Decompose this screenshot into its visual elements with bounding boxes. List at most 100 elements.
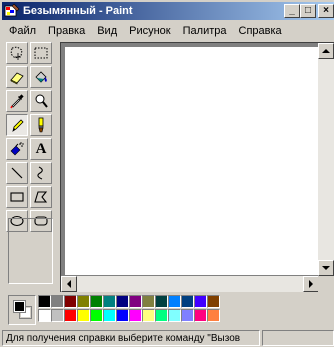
curve-icon — [37, 166, 43, 180]
scroll-right-button[interactable] — [303, 276, 319, 292]
palette-color-swatch[interactable] — [77, 309, 90, 322]
tool-text[interactable]: A — [30, 138, 52, 160]
palette-color-swatch[interactable] — [155, 309, 168, 322]
status-bar: Для получения справки выберите команду "… — [2, 328, 334, 347]
palette-color-swatch[interactable] — [168, 309, 181, 322]
minimize-button[interactable]: _ — [284, 4, 300, 18]
menu-colors[interactable]: Палитра — [177, 25, 233, 37]
scroll-down-icon — [322, 265, 330, 270]
palette-color-swatch[interactable] — [38, 295, 51, 308]
palette-color-swatch[interactable] — [90, 295, 103, 308]
rectangle-icon — [10, 192, 24, 202]
palette-color-swatch[interactable] — [103, 295, 116, 308]
scroll-right-icon — [308, 280, 313, 288]
palette-color-fill — [156, 310, 167, 321]
palette-color-fill — [104, 310, 115, 321]
tool-eraser[interactable] — [6, 66, 28, 88]
scroll-left-button[interactable] — [61, 276, 77, 292]
scroll-down-button[interactable] — [318, 260, 334, 276]
airbrush-icon — [10, 142, 24, 156]
scroll-up-icon — [322, 48, 330, 53]
palette-color-swatch[interactable] — [77, 295, 90, 308]
scroll-corner — [318, 276, 334, 292]
menu-help[interactable]: Справка — [233, 25, 288, 37]
paint-app-icon[interactable] — [4, 3, 20, 19]
tool-options-box[interactable] — [8, 218, 53, 284]
palette-color-swatch[interactable] — [64, 295, 77, 308]
free-select-icon — [10, 46, 23, 60]
color-box — [6, 293, 334, 327]
palette-color-fill — [117, 310, 128, 321]
palette-color-fill — [182, 296, 193, 307]
palette-color-fill — [169, 296, 180, 307]
palette-color-swatch[interactable] — [142, 309, 155, 322]
current-colors[interactable] — [8, 295, 36, 325]
palette-color-fill — [182, 310, 193, 321]
palette-color-swatch[interactable] — [129, 295, 142, 308]
foreground-color-swatch[interactable] — [13, 300, 26, 313]
menu-file[interactable]: Файл — [2, 25, 42, 37]
maximize-button[interactable]: □ — [300, 4, 316, 18]
title-bar[interactable]: Безымянный - Paint _ □ × — [2, 2, 334, 20]
palette-color-swatch[interactable] — [116, 309, 129, 322]
palette-color-swatch[interactable] — [194, 295, 207, 308]
palette-color-swatch[interactable] — [194, 309, 207, 322]
close-button[interactable]: × — [318, 4, 334, 18]
window-title: Безымянный - Paint — [23, 5, 133, 17]
palette-color-swatch[interactable] — [51, 309, 64, 322]
palette-color-swatch[interactable] — [90, 309, 103, 322]
magnifier-icon — [35, 94, 48, 108]
palette-color-swatch[interactable] — [155, 295, 168, 308]
vertical-scrollbar[interactable] — [318, 43, 334, 276]
menu-edit[interactable]: Правка — [42, 25, 91, 37]
palette-color-fill — [195, 296, 206, 307]
palette-color-fill — [195, 310, 206, 321]
status-help-text: Для получения справки выберите команду "… — [2, 329, 260, 346]
palette-color-fill — [39, 296, 50, 307]
palette-color-fill — [65, 310, 76, 321]
palette-color-swatch[interactable] — [181, 309, 194, 322]
fill-bucket-icon — [35, 71, 47, 83]
palette-color-swatch[interactable] — [168, 295, 181, 308]
palette-color-fill — [52, 296, 63, 307]
drawing-canvas[interactable] — [65, 47, 323, 275]
tool-line[interactable] — [6, 162, 28, 184]
palette-color-swatch[interactable] — [51, 295, 64, 308]
tool-curve[interactable] — [30, 162, 52, 184]
eyedropper-icon — [10, 94, 24, 109]
tool-free-form-select[interactable] — [6, 42, 28, 64]
eraser-icon — [10, 72, 24, 85]
palette-color-fill — [143, 296, 154, 307]
menu-view[interactable]: Вид — [91, 25, 123, 37]
palette-color-fill — [78, 310, 89, 321]
palette-color-fill — [208, 310, 219, 321]
palette-color-swatch[interactable] — [129, 309, 142, 322]
tool-pick-color[interactable] — [6, 90, 28, 112]
tool-polygon[interactable] — [30, 186, 52, 208]
tool-pencil[interactable] — [6, 114, 28, 136]
palette-color-swatch[interactable] — [116, 295, 129, 308]
palette-color-swatch[interactable] — [38, 309, 51, 322]
palette-color-swatch[interactable] — [142, 295, 155, 308]
tool-fill[interactable] — [30, 66, 52, 88]
palette-color-swatch[interactable] — [207, 295, 220, 308]
line-icon — [11, 167, 23, 179]
paint-window: Безымянный - Paint _ □ × Файл Правка Вид… — [0, 0, 334, 347]
palette-color-swatch[interactable] — [64, 309, 77, 322]
palette-color-swatch[interactable] — [207, 309, 220, 322]
scroll-left-icon — [66, 280, 71, 288]
tool-magnifier[interactable] — [30, 90, 52, 112]
scroll-up-button[interactable] — [318, 43, 334, 59]
horizontal-scrollbar[interactable] — [61, 276, 319, 292]
menu-image[interactable]: Рисунок — [123, 25, 177, 37]
tool-brush[interactable] — [30, 114, 52, 136]
palette-color-fill — [104, 296, 115, 307]
tool-airbrush[interactable] — [6, 138, 28, 160]
tool-select[interactable] — [30, 42, 52, 64]
palette-color-fill — [143, 310, 154, 321]
palette-color-fill — [65, 296, 76, 307]
palette-color-swatch[interactable] — [103, 309, 116, 322]
tool-rectangle[interactable] — [6, 186, 28, 208]
menu-bar: Файл Правка Вид Рисунок Палитра Справка — [2, 22, 334, 40]
palette-color-swatch[interactable] — [181, 295, 194, 308]
